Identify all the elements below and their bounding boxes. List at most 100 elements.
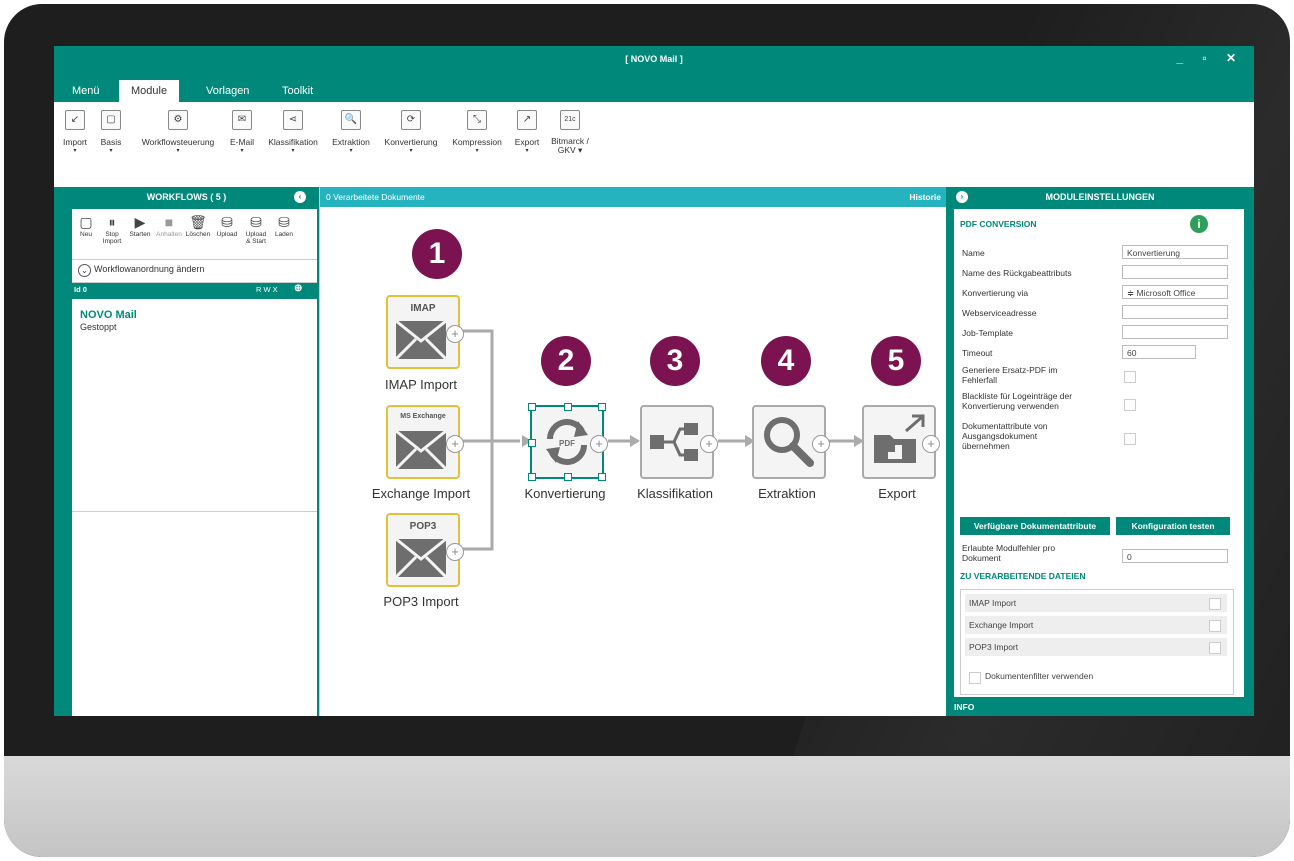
- workflow-halt-button[interactable]: ■ Anhalten: [154, 213, 184, 238]
- info-section[interactable]: INFO: [954, 699, 1244, 716]
- add-icon[interactable]: +: [700, 435, 718, 453]
- files-section: ZU VERARBEITENDE DATEIEN: [960, 571, 1086, 581]
- workflow-reorder-toggle[interactable]: ⌄ Workflowanordnung ändern: [72, 259, 317, 283]
- add-icon[interactable]: +: [446, 435, 464, 453]
- import-icon: ↙: [65, 110, 85, 130]
- ribbon-workflowsteuerung-button[interactable]: ⚙ Workflowsteuerung ▾: [134, 110, 222, 154]
- basis-icon: ▢: [101, 110, 121, 130]
- imap-import-node[interactable]: IMAP +: [386, 295, 464, 369]
- ribbon-email-button[interactable]: ✉ E-Mail ▾: [226, 110, 258, 154]
- workflow-list-item[interactable]: NOVO Mail Gestoppt: [72, 299, 317, 512]
- available-attributes-button[interactable]: Verfügbare Dokumentattribute: [960, 517, 1110, 535]
- info-icon[interactable]: i: [1190, 215, 1208, 233]
- workflow-toolbar: ▢ Neu ⏸ Stop Import ▶ Starten ■ Anhalten 🗑 Lös…: [72, 209, 317, 259]
- ribbon-basis-button[interactable]: ▢ Basis ▾: [98, 110, 124, 154]
- konvertierung-node[interactable]: PDF +: [528, 403, 608, 481]
- workflows-header: WORKFLOWS ( 5 ): [146, 192, 227, 202]
- pdf-conversion-section: PDF CONVERSION: [960, 219, 1037, 229]
- ribbon-klassifikation-button[interactable]: ⋖ Klassifikation ▾: [262, 110, 324, 154]
- ribbon-kompression-button[interactable]: ⤡ Kompression ▾: [446, 110, 508, 154]
- ribbon-import-button[interactable]: ↙ Import ▾: [60, 110, 90, 154]
- webservice-address-field[interactable]: [1122, 305, 1228, 319]
- search-icon: 🔍: [341, 110, 361, 130]
- reorder-label: Workflowanordnung ändern: [94, 264, 205, 274]
- module-settings-body: PDF CONVERSION i Name Konvertierung Name…: [954, 209, 1244, 697]
- mail-icon: ✉: [232, 110, 252, 130]
- tab-vorlagen[interactable]: Vorlagen: [194, 80, 261, 102]
- workflow-status: Gestoppt: [80, 322, 117, 332]
- stop-icon: ■: [164, 214, 174, 230]
- step-badge-2: 2: [541, 336, 591, 386]
- trash-icon: 🗑: [189, 214, 207, 230]
- collapse-right-icon[interactable]: ›: [956, 191, 968, 203]
- ribbon-konvertierung-button[interactable]: ⟳ Konvertierung ▾: [380, 110, 442, 154]
- pop3-import-node[interactable]: POP3 +: [386, 513, 464, 587]
- export-icon: ↗: [517, 110, 537, 130]
- ersatz-pdf-checkbox[interactable]: [1124, 371, 1136, 383]
- copy-attributes-checkbox[interactable]: [1124, 433, 1136, 445]
- exchange-import-label: Exchange Import: [371, 486, 471, 501]
- return-attribute-field[interactable]: [1122, 265, 1228, 279]
- network-icon[interactable]: ⊕: [294, 283, 302, 294]
- ribbon-extraktion-button[interactable]: 🔍 Extraktion ▾: [326, 110, 376, 154]
- title-bar: [ NOVO Mail ] _ ▫ ✕: [54, 46, 1254, 76]
- classify-icon: ⋖: [283, 110, 303, 130]
- tab-module[interactable]: Module: [119, 80, 180, 102]
- add-icon[interactable]: +: [812, 435, 830, 453]
- file-row[interactable]: IMAP Import: [965, 594, 1227, 612]
- file-checkbox[interactable]: [1209, 642, 1221, 654]
- workflow-id: Id 0: [74, 285, 87, 294]
- file-row[interactable]: Exchange Import: [965, 616, 1227, 634]
- workflow-name: NOVO Mail: [80, 309, 137, 321]
- step-badge-1: 1: [412, 229, 462, 279]
- folder-export-icon: [874, 414, 925, 463]
- document-filter-checkbox[interactable]: [969, 672, 981, 684]
- file-checkbox[interactable]: [1209, 598, 1221, 610]
- workflow-list-empty-area: [72, 512, 317, 716]
- permissions-label: R W X: [256, 285, 278, 294]
- workflow-delete-button[interactable]: 🗑 Löschen: [184, 213, 212, 238]
- svg-text:PDF: PDF: [559, 439, 575, 448]
- workflow-start-button[interactable]: ▶ Starten: [126, 213, 154, 238]
- file-checkbox[interactable]: [1209, 620, 1221, 632]
- export-label: Export: [878, 486, 916, 501]
- blacklist-checkbox[interactable]: [1124, 399, 1136, 411]
- window-controls[interactable]: _ ▫ ✕: [1176, 51, 1244, 65]
- tab-menu[interactable]: Menü: [60, 80, 112, 102]
- job-template-field[interactable]: [1122, 325, 1228, 339]
- collapse-left-icon[interactable]: ‹: [294, 191, 306, 203]
- workflow-upload-start-button[interactable]: ⛁ Upload & Start: [242, 213, 270, 245]
- export-node[interactable]: +: [862, 405, 940, 479]
- klassifikation-node[interactable]: +: [640, 405, 718, 479]
- workflow-load-button[interactable]: ⛁ Laden: [272, 213, 296, 238]
- allowed-errors-field[interactable]: 0: [1122, 549, 1228, 563]
- konvertierung-label: Konvertierung: [524, 486, 606, 501]
- workflow-canvas: 0 Verarbeitete Dokumente Historie 1 2 3 …: [319, 187, 947, 716]
- name-field[interactable]: Konvertierung: [1122, 245, 1228, 259]
- tab-toolkit[interactable]: Toolkit: [270, 80, 325, 102]
- workflow-stop-import-button[interactable]: ⏸ Stop Import: [100, 213, 124, 245]
- step-badge-4: 4: [761, 336, 811, 386]
- timeout-field[interactable]: 60: [1122, 345, 1196, 359]
- database-upload-icon: ⛁: [221, 214, 233, 230]
- database-play-icon: ⛁: [250, 214, 262, 230]
- add-icon[interactable]: +: [446, 325, 464, 343]
- workflow-id-row: Id 0 R W X ⊕: [72, 283, 317, 299]
- new-icon: ▢: [79, 214, 93, 230]
- file-row[interactable]: POP3 Import: [965, 638, 1227, 656]
- add-icon[interactable]: +: [590, 435, 608, 453]
- conversion-via-select[interactable]: ≑ Microsoft Office: [1122, 285, 1228, 299]
- extraktion-node[interactable]: +: [752, 405, 830, 479]
- ribbon-bitmarck-button[interactable]: 21c Bitmarck / GKV ▾: [548, 110, 592, 155]
- workflows-panel: WORKFLOWS ( 5 ) ‹ ▢ Neu ⏸ Stop Import ▶ Star…: [54, 187, 319, 716]
- add-icon[interactable]: +: [446, 543, 464, 561]
- play-icon: ▶: [134, 214, 146, 230]
- workflow-upload-button[interactable]: ⛁ Upload: [214, 213, 240, 238]
- ribbon-export-button[interactable]: ↗ Export ▾: [512, 110, 542, 154]
- workflow-new-button[interactable]: ▢ Neu: [74, 213, 98, 238]
- monitor-bezel: [ NOVO Mail ] _ ▫ ✕ Menü Module Vorlagen…: [4, 4, 1290, 857]
- add-icon[interactable]: +: [922, 435, 940, 453]
- test-configuration-button[interactable]: Konfiguration testen: [1116, 517, 1230, 535]
- window-title: [ NOVO Mail ]: [625, 54, 683, 64]
- exchange-import-node[interactable]: MS Exchange +: [386, 405, 464, 479]
